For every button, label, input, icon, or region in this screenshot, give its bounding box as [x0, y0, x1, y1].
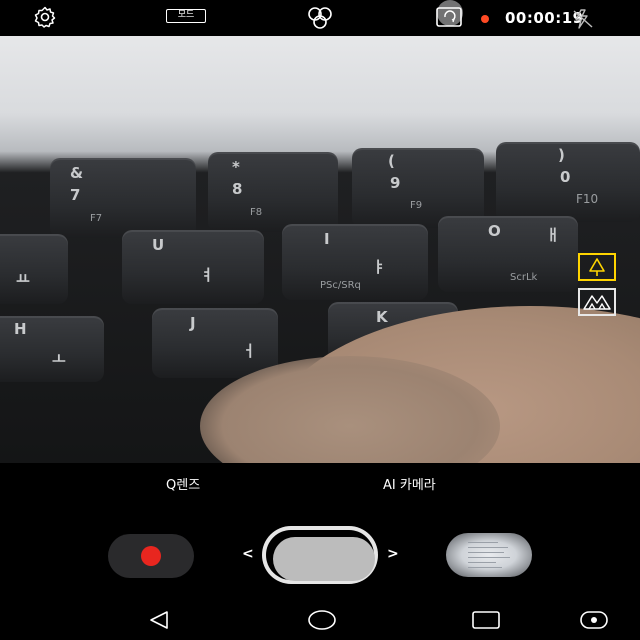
settings-icon[interactable]: [34, 6, 56, 32]
record-icon: [141, 546, 161, 566]
assistant-icon[interactable]: [578, 608, 610, 636]
key-o: O ㅐ ScrLk: [438, 216, 578, 292]
shutter-inner: [273, 537, 375, 581]
gallery-thumbnail[interactable]: [446, 533, 532, 577]
key-7: & 7 F7: [50, 158, 196, 238]
top-bar: 모드 00:00:19: [0, 0, 640, 36]
record-video-button[interactable]: [108, 534, 194, 578]
key-i: I ㅑ PSc/SRq: [282, 224, 428, 300]
home-icon[interactable]: [306, 608, 338, 636]
switch-camera-icon[interactable]: [430, 0, 470, 34]
scene-mode-tree[interactable]: [578, 253, 616, 281]
recording-indicator: [481, 15, 489, 23]
scene-mode-landscape[interactable]: [578, 288, 616, 316]
shutter-button[interactable]: [262, 526, 378, 584]
back-icon[interactable]: [144, 608, 174, 636]
mode-button[interactable]: 모드: [166, 9, 206, 23]
key-y: ㅛ: [0, 234, 68, 304]
q-lens-button[interactable]: Q렌즈: [166, 474, 200, 493]
camera-viewfinder[interactable]: & 7 F7 * 8 F8 ( 9 F9 ) 0 F10 ㅛ U ㅕ I ㅑ P…: [0, 36, 640, 463]
next-mode-chevron[interactable]: >: [387, 546, 399, 562]
key-u: U ㅕ: [122, 230, 264, 304]
key-h: H ㅗ: [0, 316, 104, 382]
filter-icon[interactable]: [303, 7, 337, 33]
prev-mode-chevron[interactable]: <: [242, 546, 254, 562]
key-0: ) 0 F10: [496, 142, 640, 222]
tree-scene-icon: [580, 258, 614, 283]
flash-off-icon[interactable]: [572, 9, 594, 33]
key-j: J ㅓ: [152, 308, 278, 378]
landscape-scene-icon: [580, 295, 614, 318]
recents-icon[interactable]: [470, 608, 502, 636]
key-8: * 8 F8: [208, 152, 338, 232]
ai-camera-button[interactable]: AI 카메라: [383, 474, 436, 493]
